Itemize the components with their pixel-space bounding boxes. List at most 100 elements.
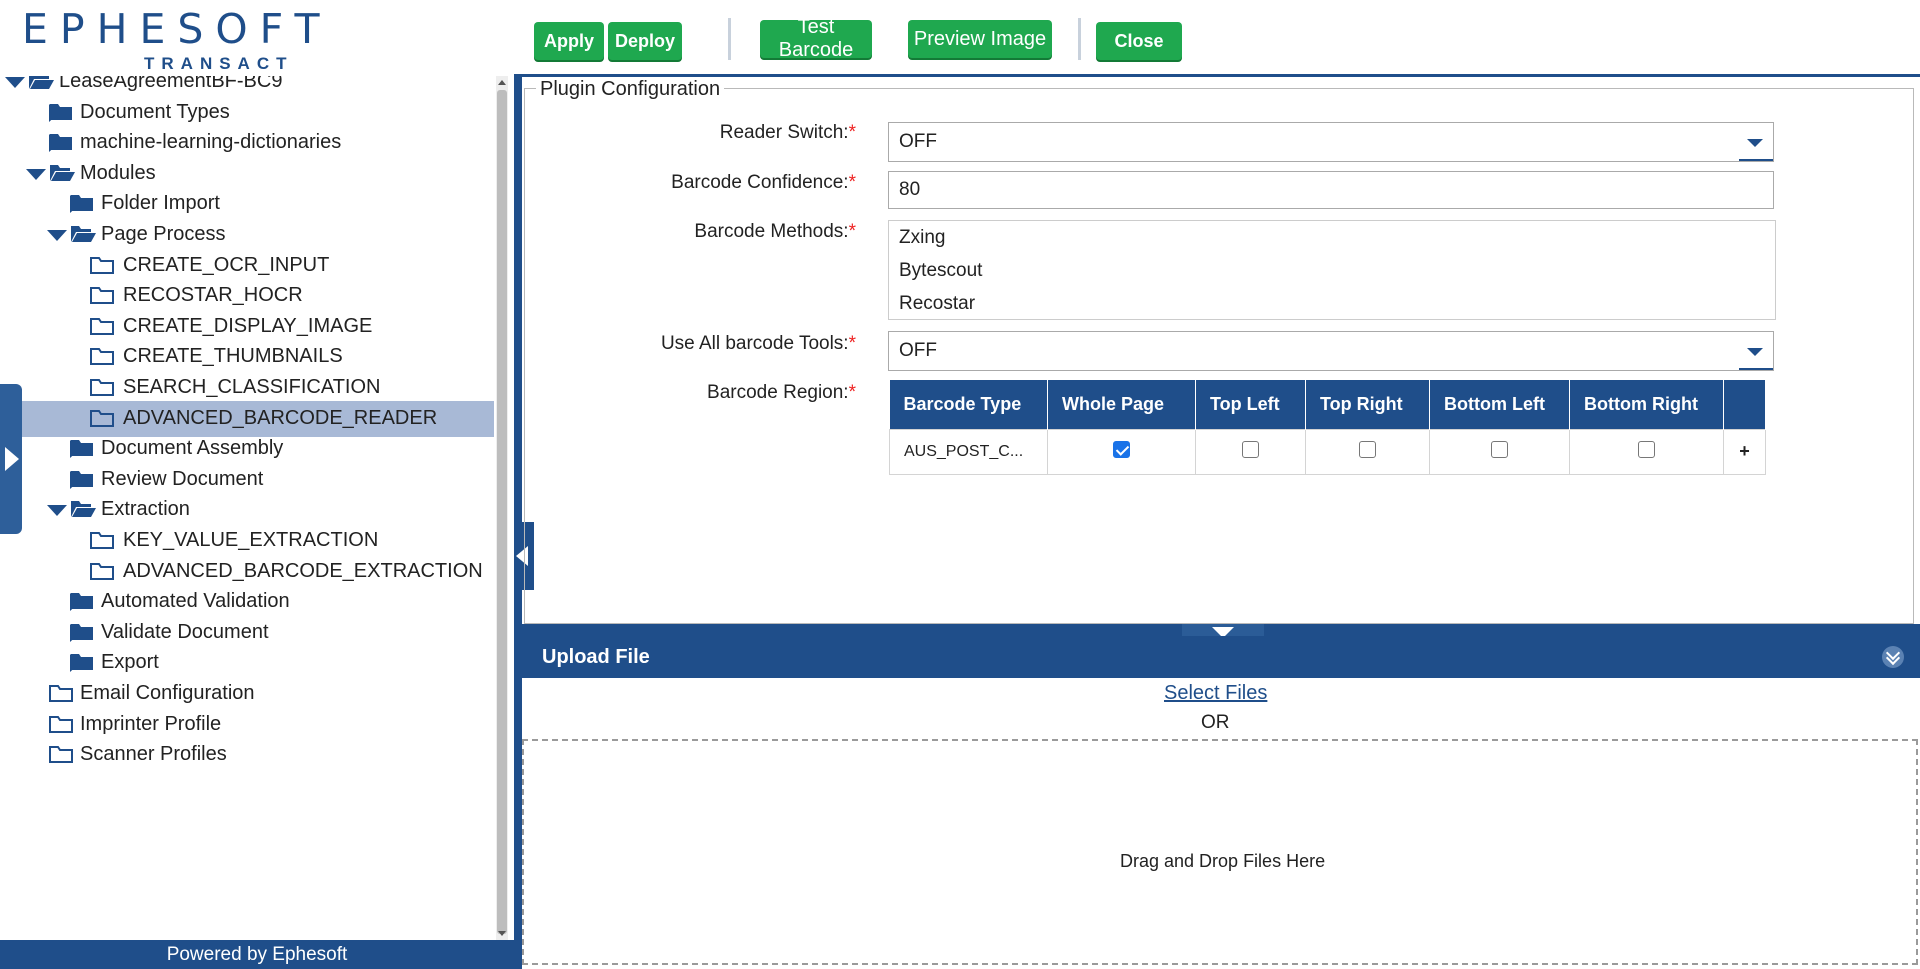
tree-node-label: Page Process: [101, 223, 226, 245]
barcode-method-option[interactable]: Zxing: [899, 227, 945, 249]
drag-drop-zone[interactable]: Drag and Drop Files Here: [522, 739, 1918, 965]
apply-button[interactable]: Apply: [534, 22, 604, 60]
dropdown-underline: [1739, 159, 1773, 161]
use-all-barcode-tools-select[interactable]: OFF: [888, 331, 1774, 371]
preview-image-button[interactable]: Preview Image: [908, 20, 1052, 58]
required-mark: *: [848, 333, 856, 354]
folder-icon: [71, 195, 93, 212]
barcode-methods-listbox[interactable]: Zxing Bytescout Recostar: [888, 220, 1776, 320]
reader-switch-select[interactable]: OFF: [888, 122, 1774, 162]
caret-down-icon[interactable]: [26, 168, 46, 180]
barcode-type-cell[interactable]: AUS_POST_C...: [889, 428, 1048, 475]
table-header-row: Barcode Type Whole Page Top Left Top Rig…: [889, 380, 1766, 429]
caret-down-icon[interactable]: [47, 505, 67, 517]
folder-open-icon: [71, 501, 96, 518]
drag-drop-text: Drag and Drop Files Here: [1120, 851, 1326, 871]
bottom-left-cell: [1429, 428, 1570, 475]
scroll-up-arrow-icon[interactable]: [498, 80, 506, 85]
navigation-pane: EPHESOFT TRANSACT LeaseAgreementBF-BC9 Do…: [0, 0, 508, 969]
folder-outline-icon: [49, 685, 73, 702]
tree-node-label: Folder Import: [101, 192, 220, 215]
barcode-method-option[interactable]: Recostar: [899, 293, 975, 315]
select-files-link[interactable]: Select Files: [1164, 682, 1267, 705]
caret-down-icon[interactable]: [5, 77, 25, 88]
logo-sub: TRANSACT: [144, 54, 294, 73]
use-all-barcode-tools-value: OFF: [899, 340, 937, 361]
tree-node[interactable]: Scanner Profiles: [0, 737, 494, 773]
test-barcode-button[interactable]: Test Barcode: [760, 16, 872, 61]
whole-page-checkbox[interactable]: [1113, 440, 1130, 458]
folder-icon: [50, 103, 72, 120]
folder-outline-icon: [49, 715, 73, 733]
folder-outline-icon: [90, 348, 114, 366]
col-top-left[interactable]: Top Left: [1195, 380, 1306, 429]
add-row-button[interactable]: +: [1723, 428, 1766, 475]
tree-node-label: Review Document: [101, 467, 264, 490]
folder-icon: [71, 470, 93, 487]
barcode-region-table: Barcode Type Whole Page Top Left Top Rig…: [889, 380, 1766, 475]
required-mark: *: [848, 122, 856, 143]
required-mark: *: [848, 382, 856, 403]
col-bottom-right[interactable]: Bottom Right: [1569, 380, 1724, 429]
tree-node-label: Validate Document: [101, 620, 269, 643]
folder-outline-icon: [90, 379, 114, 396]
folder-outline-icon: [90, 532, 114, 549]
tree-node-label: Document Types: [80, 100, 230, 123]
dropdown-arrow-icon: [1747, 348, 1763, 356]
tree-node-label: RECOSTAR_HOCR: [123, 284, 303, 307]
scroll-down-arrow-icon[interactable]: [498, 931, 506, 936]
folder-icon: [71, 440, 93, 457]
toolbar: Apply Deploy Test Barcode Preview Image …: [514, 0, 1920, 74]
barcode-confidence-input[interactable]: 80: [888, 171, 1774, 209]
barcode-confidence-label: Barcode Confidence:*: [671, 172, 856, 193]
bottom-right-checkbox[interactable]: [1638, 440, 1655, 458]
barcode-region-label: Barcode Region:*: [707, 382, 856, 403]
collapse-chevron-icon[interactable]: [1882, 646, 1904, 668]
dropdown-arrow-icon: [1747, 139, 1763, 147]
caret-down-icon[interactable]: [47, 230, 67, 241]
barcode-method-option[interactable]: Bytescout: [899, 260, 982, 282]
folder-open-icon: [50, 164, 75, 181]
tree-node-label: Document Assembly: [101, 437, 284, 460]
tree-node-label: ADVANCED_BARCODE_READER: [123, 406, 438, 429]
required-mark: *: [848, 221, 856, 242]
scroll-thumb[interactable]: [497, 90, 507, 934]
col-actions: [1723, 380, 1766, 429]
use-all-barcode-tools-label: Use All barcode Tools:*: [660, 333, 856, 354]
or-text: OR: [1201, 712, 1230, 733]
tree-node-label: LeaseAgreementBF-BC9: [59, 76, 283, 92]
tree-node-label: Export: [101, 651, 159, 674]
plugin-configuration-legend: Plugin Configuration: [536, 78, 725, 101]
tree-node-label: CREATE_THUMBNAILS: [123, 345, 343, 368]
tree-node-label: Email Configuration: [80, 682, 255, 704]
tree-node-label: SEARCH_CLASSIFICATION: [123, 376, 381, 398]
tree-node-label: machine-learning-dictionaries: [80, 131, 342, 154]
col-barcode-type[interactable]: Barcode Type: [889, 380, 1048, 429]
bottom-right-cell: [1569, 428, 1724, 475]
folder-outline-icon: [90, 409, 114, 427]
close-button[interactable]: Close: [1096, 22, 1182, 60]
folder-icon: [50, 134, 72, 151]
bottom-left-checkbox[interactable]: [1491, 440, 1508, 458]
tree-scrollbar[interactable]: [496, 76, 508, 940]
toolbar-separator: [728, 18, 731, 60]
col-bottom-left[interactable]: Bottom Left: [1429, 380, 1570, 429]
reader-switch-label: Reader Switch:*: [719, 122, 856, 143]
folder-outline-icon: [49, 746, 73, 764]
top-right-checkbox[interactable]: [1359, 440, 1376, 458]
folder-outline-icon: [90, 256, 114, 274]
tree-node-label: Modules: [80, 161, 156, 184]
top-left-cell: [1195, 428, 1306, 475]
tree-node-label: Automated Validation: [101, 590, 290, 613]
deploy-button[interactable]: Deploy: [608, 22, 682, 60]
top-left-checkbox[interactable]: [1242, 440, 1259, 458]
folder-icon: [71, 593, 93, 610]
tree-node-label: KEY_VALUE_EXTRACTION: [123, 529, 379, 551]
reader-switch-value: OFF: [899, 131, 937, 152]
folder-outline-icon: [90, 287, 114, 305]
col-whole-page[interactable]: Whole Page: [1047, 380, 1196, 429]
folder-open-icon: [29, 76, 54, 89]
toolbar-separator: [1078, 18, 1081, 60]
col-top-right[interactable]: Top Right: [1305, 380, 1430, 429]
expand-panel-toggle[interactable]: [0, 384, 22, 534]
